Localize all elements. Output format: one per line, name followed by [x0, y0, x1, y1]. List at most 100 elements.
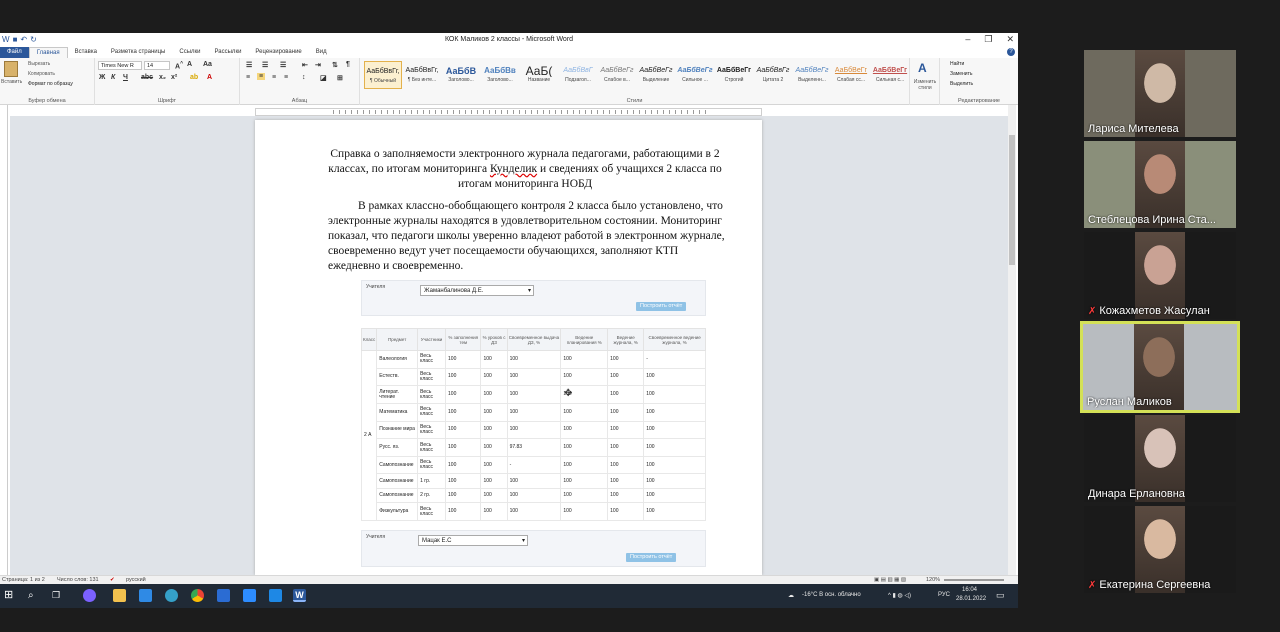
task-view-icon[interactable]: ❐ — [52, 589, 65, 602]
tray-icons[interactable]: ^ ▮ ◍ ◁) — [888, 592, 911, 599]
align-right-icon[interactable]: ≡ — [272, 74, 276, 81]
change-case-icon[interactable]: Aa — [203, 61, 212, 68]
copy-button[interactable]: Копировать — [28, 71, 55, 77]
style-item[interactable]: АаБбВеГг Выделение — [637, 61, 675, 89]
tab-view[interactable]: Вид — [309, 47, 334, 58]
style-item[interactable]: АаБбВвГг, ¶ Обычный — [364, 61, 402, 89]
view-buttons-icon[interactable]: ▣ ▤ ▥ ▦ ▧ — [874, 577, 906, 583]
superscript-icon[interactable]: x² — [171, 74, 177, 81]
windows-start-icon[interactable]: ⊞ — [4, 589, 17, 602]
vertical-scrollbar[interactable] — [1008, 105, 1016, 575]
restore-icon[interactable]: ❐ — [984, 34, 992, 45]
style-item[interactable]: АаБбВв Заголово... — [481, 61, 519, 89]
align-left-icon[interactable]: ≡ — [246, 74, 250, 81]
sort-icon[interactable]: ⇅ — [332, 61, 338, 69]
word-count[interactable]: Число слов: 131 — [57, 577, 99, 583]
calendar-icon[interactable] — [269, 589, 282, 602]
style-item[interactable]: АаБбВвГ Подзагол... — [559, 61, 597, 89]
horizontal-ruler[interactable] — [255, 108, 762, 116]
paste-icon[interactable] — [4, 61, 18, 77]
underline-icon[interactable]: Ч — [123, 74, 128, 81]
line-spacing-icon[interactable]: ↕ — [302, 74, 306, 81]
style-item[interactable]: АаБбВвГг Цитата 2 — [754, 61, 792, 89]
tab-insert[interactable]: Вставка — [68, 47, 104, 58]
subscript-icon[interactable]: x₂ — [159, 74, 166, 81]
participant-tile[interactable]: Стеблецова Ирина Ста... — [1084, 141, 1236, 228]
weather-icon[interactable]: ☁ — [788, 592, 794, 599]
participant-tile[interactable]: ✗ Кожахметов Жасулан — [1084, 232, 1236, 319]
cut-button[interactable]: Вырезать — [28, 61, 50, 67]
chrome-icon[interactable] — [191, 589, 204, 602]
weather-text[interactable]: -16°C В осн. облачно — [802, 592, 861, 598]
word-taskbar-icon[interactable]: W — [293, 589, 306, 602]
change-styles-icon[interactable]: A — [918, 61, 927, 75]
align-center-icon[interactable]: ≡ — [257, 73, 266, 80]
find-button[interactable]: Найти — [950, 61, 964, 67]
font-color-icon[interactable]: A — [207, 74, 212, 81]
participant-tile[interactable]: Динара Ерлановна — [1084, 415, 1236, 502]
style-item[interactable]: АаБбВеГг Сильное ... — [676, 61, 714, 89]
style-item[interactable]: АаБбВеГг Слабая сс... — [832, 61, 870, 89]
mail-icon[interactable] — [139, 589, 152, 602]
grow-font-icon[interactable]: A^ — [175, 61, 183, 70]
app-icon[interactable] — [83, 589, 96, 602]
style-item[interactable]: АаБбВеГг Слабое в... — [598, 61, 636, 89]
participant-tile[interactable]: Руслан Маликов — [1080, 321, 1240, 413]
paste-button[interactable]: Вставить — [1, 79, 22, 85]
file-explorer-icon[interactable] — [113, 589, 126, 602]
clock-time[interactable]: 16:04 — [962, 587, 977, 593]
numbering-icon[interactable]: ☰ — [262, 61, 268, 69]
page-count[interactable]: Страница: 1 из 2 — [2, 577, 45, 583]
italic-icon[interactable]: К — [111, 74, 115, 81]
clock-date[interactable]: 28.01.2022 — [956, 596, 986, 602]
bullets-icon[interactable]: ☰ — [246, 61, 252, 69]
participant-tile[interactable]: Лариса Мителева — [1084, 50, 1236, 137]
strikethrough-icon[interactable]: abc — [141, 74, 153, 81]
shading-icon[interactable]: ◪ — [320, 74, 327, 82]
tab-file[interactable]: Файл — [0, 47, 29, 58]
style-item[interactable]: АаБбВеГг Выделенн... — [793, 61, 831, 89]
document-page[interactable]: Справка о заполняемости электронного жур… — [255, 120, 762, 575]
build-report-button-2[interactable]: Построить отчёт — [626, 553, 677, 562]
borders-icon[interactable]: ⊞ — [337, 74, 343, 82]
decrease-indent-icon[interactable]: ⇤ — [302, 61, 308, 69]
search-icon[interactable]: ⌕ — [28, 589, 41, 602]
close-icon[interactable]: ✕ — [1006, 34, 1014, 45]
tab-review[interactable]: Рецензирование — [248, 47, 308, 58]
shrink-font-icon[interactable]: A — [187, 61, 192, 68]
teacher-select[interactable]: Жаманбалинова Д.Е. — [420, 285, 534, 296]
highlight-icon[interactable]: ab — [190, 74, 198, 81]
zoom-app-icon[interactable] — [243, 589, 256, 602]
bold-icon[interactable]: Ж — [99, 74, 105, 81]
format-painter-button[interactable]: Формат по образцу — [28, 81, 73, 87]
edge-icon[interactable] — [165, 589, 178, 602]
tab-page-layout[interactable]: Разметка страницы — [104, 47, 172, 58]
justify-icon[interactable]: ≡ — [284, 74, 288, 81]
select-button[interactable]: Выделить — [950, 81, 973, 87]
language-indicator[interactable]: русский — [126, 577, 146, 583]
font-size-combo[interactable]: 14 — [144, 61, 170, 70]
store-icon[interactable] — [217, 589, 230, 602]
help-icon[interactable]: ? — [1007, 48, 1015, 56]
notifications-icon[interactable]: ▭ — [996, 590, 1005, 601]
zoom-level[interactable]: 120% — [926, 577, 940, 583]
teacher-select-2[interactable]: Мацак Е.С — [418, 535, 528, 546]
input-language[interactable]: РУС — [938, 592, 950, 598]
change-styles-button[interactable]: Изменить стили — [911, 79, 939, 91]
pilcrow-icon[interactable]: ¶ — [346, 61, 350, 68]
build-report-button[interactable]: Построить отчёт — [636, 302, 687, 311]
vertical-ruler[interactable] — [0, 105, 8, 575]
style-item[interactable]: АаБбВ Заголово... — [442, 61, 480, 89]
zoom-slider[interactable] — [944, 579, 1004, 581]
style-item[interactable]: АаБбВвГг, ¶ Без инте... — [403, 61, 441, 89]
tab-home[interactable]: Главная — [28, 47, 68, 58]
increase-indent-icon[interactable]: ⇥ — [315, 61, 321, 69]
style-item[interactable]: АаБбВеГг Сильная с... — [871, 61, 909, 89]
style-item[interactable]: АаБ(Название — [520, 61, 558, 89]
minimize-icon[interactable]: – — [965, 34, 970, 45]
replace-button[interactable]: Заменить — [950, 71, 972, 77]
participant-tile[interactable]: ✗ Екатерина Сергеевна — [1084, 506, 1236, 593]
tab-references[interactable]: Ссылки — [172, 47, 207, 58]
tab-mailings[interactable]: Рассылки — [207, 47, 248, 58]
style-item[interactable]: АаБбВеГг Строгий — [715, 61, 753, 89]
